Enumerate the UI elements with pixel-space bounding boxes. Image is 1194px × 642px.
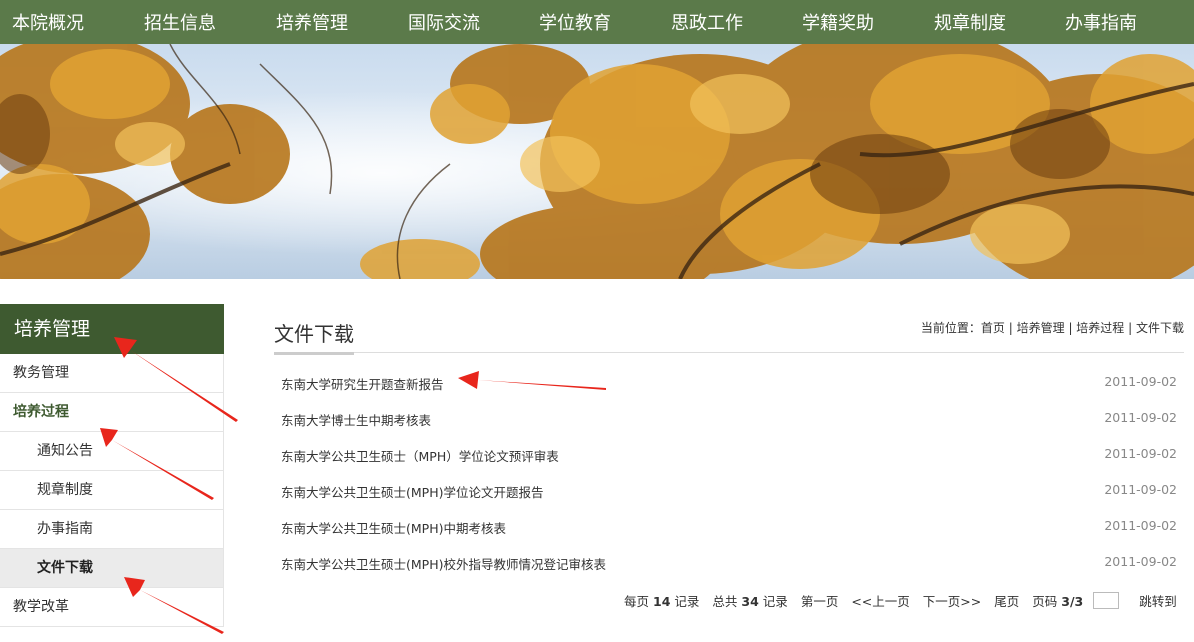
- list-item: 东南大学公共卫生硕士（MPH）学位论文预评审表 2011-09-02: [274, 436, 1177, 472]
- nav-item-training[interactable]: 培养管理: [276, 9, 348, 35]
- list-item: 东南大学博士生中期考核表 2011-09-02: [274, 400, 1177, 436]
- sidebar-item-academic-affairs[interactable]: 教务管理: [0, 354, 224, 393]
- pager-prev-button[interactable]: <<上一页: [851, 591, 909, 610]
- file-link[interactable]: 东南大学公共卫生硕士（MPH）学位论文预评审表: [281, 446, 559, 465]
- pager-next-button[interactable]: 下一页>>: [923, 591, 981, 610]
- file-link[interactable]: 东南大学公共卫生硕士(MPH)校外指导教师情况登记审核表: [281, 554, 606, 573]
- breadcrumb: 当前位置：首页 | 培养管理 | 培养过程 | 文件下载: [921, 319, 1184, 336]
- nav-item-admissions[interactable]: 招生信息: [144, 9, 216, 35]
- file-date: 2011-09-02: [1104, 410, 1177, 425]
- sidebar: 培养管理 教务管理 培养过程 通知公告 规章制度 办事指南 文件下载 教学改革: [0, 304, 224, 642]
- pager-last-button[interactable]: 尾页: [994, 591, 1019, 610]
- sidebar-item-guide[interactable]: 办事指南: [0, 510, 224, 549]
- breadcrumb-training-process[interactable]: 培养过程: [1076, 321, 1124, 335]
- file-date: 2011-09-02: [1104, 374, 1177, 389]
- banner-image: [0, 44, 1194, 279]
- list-item: 东南大学公共卫生硕士(MPH)校外指导教师情况登记审核表 2011-09-02: [274, 544, 1177, 580]
- file-link[interactable]: 东南大学公共卫生硕士(MPH)学位论文开题报告: [281, 482, 543, 501]
- breadcrumb-separator: |: [1004, 321, 1017, 335]
- sidebar-item-training-process[interactable]: 培养过程: [0, 393, 224, 432]
- sidebar-title: 培养管理: [0, 304, 224, 354]
- list-item: 东南大学公共卫生硕士(MPH)中期考核表 2011-09-02: [274, 508, 1177, 544]
- pagination: 每页 14 记录 总共 34 记录 第一页 <<上一页 下一页>> 尾页 页码 …: [624, 591, 1177, 610]
- breadcrumb-separator: |: [1064, 321, 1077, 335]
- nav-item-international[interactable]: 国际交流: [408, 9, 480, 35]
- pager-total: 总共 34 记录: [712, 594, 788, 609]
- sidebar-item-teaching-reform[interactable]: 教学改革: [0, 588, 224, 627]
- pager-per-page: 每页 14 记录: [624, 594, 700, 609]
- file-list: 东南大学研究生开题查新报告 2011-09-02 东南大学博士生中期考核表 20…: [274, 364, 1177, 580]
- list-item: 东南大学研究生开题查新报告 2011-09-02: [274, 364, 1177, 400]
- page-jump-input[interactable]: [1093, 592, 1120, 609]
- file-date: 2011-09-02: [1104, 446, 1177, 461]
- pager-jump-button[interactable]: 跳转到: [1139, 591, 1177, 610]
- list-item: 东南大学公共卫生硕士(MPH)学位论文开题报告 2011-09-02: [274, 472, 1177, 508]
- nav-item-about[interactable]: 本院概况: [12, 9, 84, 35]
- breadcrumb-downloads[interactable]: 文件下载: [1136, 321, 1184, 335]
- pager-first-button[interactable]: 第一页: [801, 591, 839, 610]
- nav-item-guide[interactable]: 办事指南: [1065, 9, 1137, 35]
- breadcrumb-home[interactable]: 首页: [981, 321, 1005, 335]
- file-date: 2011-09-02: [1104, 518, 1177, 533]
- file-date: 2011-09-02: [1104, 482, 1177, 497]
- breadcrumb-training[interactable]: 培养管理: [1017, 321, 1065, 335]
- nav-item-degree[interactable]: 学位教育: [539, 9, 611, 35]
- pager-page-number: 页码 3/3: [1032, 594, 1084, 609]
- nav-item-regulations[interactable]: 规章制度: [934, 9, 1006, 35]
- sidebar-item-regulations[interactable]: 规章制度: [0, 471, 224, 510]
- nav-item-status-aid[interactable]: 学籍奖助: [802, 9, 874, 35]
- sidebar-item-notices[interactable]: 通知公告: [0, 432, 224, 471]
- breadcrumb-prefix: 当前位置：: [920, 321, 981, 335]
- file-link[interactable]: 东南大学研究生开题查新报告: [281, 374, 444, 393]
- file-date: 2011-09-02: [1104, 554, 1177, 569]
- page-title: 文件下载: [274, 322, 354, 346]
- header-divider: [274, 352, 1184, 353]
- nav-item-ideology[interactable]: 思政工作: [671, 9, 743, 35]
- sidebar-item-downloads[interactable]: 文件下载: [0, 549, 224, 588]
- file-link[interactable]: 东南大学公共卫生硕士(MPH)中期考核表: [281, 518, 506, 537]
- top-navigation: 本院概况 招生信息 培养管理 国际交流 学位教育 思政工作 学籍奖助 规章制度 …: [0, 0, 1194, 44]
- file-link[interactable]: 东南大学博士生中期考核表: [281, 410, 431, 429]
- title-underline: [274, 352, 354, 355]
- breadcrumb-separator: |: [1124, 321, 1136, 335]
